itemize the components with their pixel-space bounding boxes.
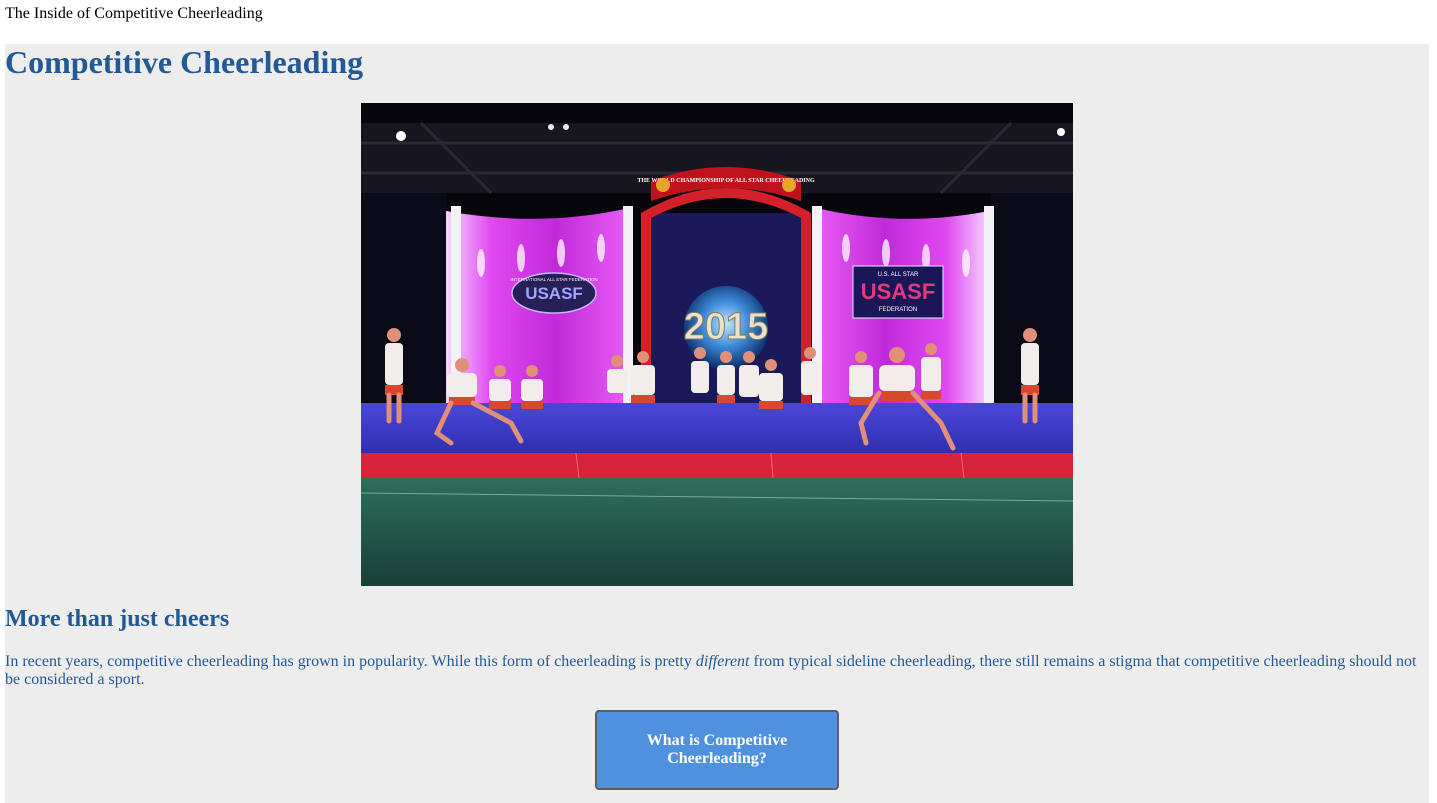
document-title: The Inside of Competitive Cheerleading [5, 5, 263, 22]
what-is-competitive-cheerleading-button[interactable]: What is Competitive Cheerleading? [595, 710, 839, 790]
right-logo-top: U.S. ALL STAR [878, 272, 919, 278]
left-logo-caption: INTERNATIONAL ALL STAR FEDERATION [510, 277, 597, 282]
intro-paragraph: In recent years, competitive cheerleadin… [5, 653, 1429, 689]
main-content: Competitive Cheerleading THE WORLD CHAMP… [5, 44, 1429, 803]
year-text: 2015 [684, 306, 769, 348]
hero-image: THE WORLD CHAMPIONSHIP OF ALL STAR CHEER… [361, 103, 1073, 586]
page-title: Competitive Cheerleading [5, 44, 364, 80]
left-logo-text: USASF [525, 284, 583, 303]
intro-text-before: In recent years, competitive cheerleadin… [5, 653, 696, 670]
section-heading: More than just cheers [5, 606, 230, 632]
intro-emphasis: different [695, 653, 750, 670]
right-logo-text: USASF [861, 279, 936, 304]
right-logo-caption: FEDERATION [879, 307, 917, 313]
